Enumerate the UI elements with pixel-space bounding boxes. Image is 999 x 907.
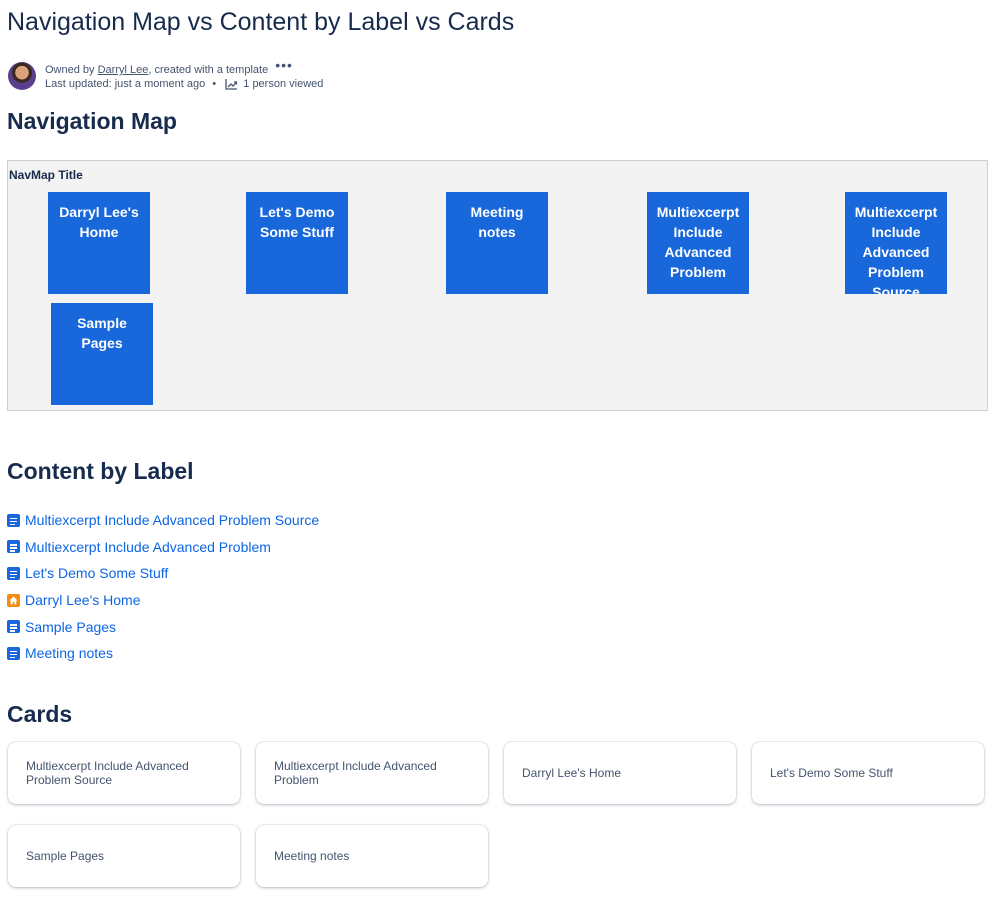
navmap-tile[interactable]: Darryl Lee's Home — [48, 192, 150, 294]
page-icon — [7, 540, 20, 554]
author-link[interactable]: Darryl Lee — [98, 64, 149, 76]
more-actions-icon[interactable]: ••• — [275, 57, 293, 73]
owned-by-prefix: Owned by — [45, 64, 98, 76]
page: Navigation Map vs Content by Label vs Ca… — [0, 0, 999, 907]
card[interactable]: Darryl Lee's Home — [504, 742, 736, 804]
card[interactable]: Meeting notes — [256, 825, 488, 887]
home-icon — [7, 593, 20, 607]
page-icon — [7, 566, 20, 580]
content-by-label-heading: Content by Label — [7, 458, 194, 484]
analytics-icon[interactable] — [225, 78, 238, 90]
navmap-tile[interactable]: Multiexcerpt Include Advanced Problem So… — [845, 192, 947, 294]
list-item[interactable]: Sample Pages — [7, 613, 507, 640]
card[interactable]: Let's Demo Some Stuff — [752, 742, 984, 804]
byline-owner-line: Owned by Darryl Lee, created with a temp… — [45, 57, 293, 76]
navmap-tile[interactable]: Multiexcerpt Include Advanced Problem — [647, 192, 749, 294]
card-title[interactable]: Darryl Lee's Home — [522, 766, 621, 780]
card[interactable]: Sample Pages — [8, 825, 240, 887]
card-title[interactable]: Let's Demo Some Stuff — [770, 766, 893, 780]
page-icon — [7, 513, 20, 527]
page-icon — [7, 646, 20, 660]
card-title[interactable]: Sample Pages — [26, 849, 104, 863]
list-item-link[interactable]: Let's Demo Some Stuff — [25, 565, 168, 581]
list-item[interactable]: Multiexcerpt Include Advanced Problem — [7, 534, 507, 561]
avatar[interactable] — [8, 62, 36, 90]
created-suffix: , created with a template — [148, 64, 269, 76]
content-by-label-list: Multiexcerpt Include Advanced Problem So… — [7, 507, 507, 667]
card[interactable]: Multiexcerpt Include Advanced Problem — [256, 742, 488, 804]
list-item-link[interactable]: Multiexcerpt Include Advanced Problem So… — [25, 512, 319, 528]
card-title[interactable]: Meeting notes — [274, 849, 349, 863]
last-updated-text: Last updated: just a moment ago — [45, 78, 206, 90]
list-item-link[interactable]: Meeting notes — [25, 645, 113, 661]
list-item[interactable]: Let's Demo Some Stuff — [7, 560, 507, 587]
byline: Owned by Darryl Lee, created with a temp… — [8, 57, 408, 94]
page-title: Navigation Map vs Content by Label vs Ca… — [7, 8, 515, 36]
card-title[interactable]: Multiexcerpt Include Advanced Problem So… — [26, 759, 222, 787]
navmap-tile[interactable]: Meeting notes — [446, 192, 548, 294]
list-item[interactable]: Meeting notes — [7, 640, 507, 667]
navmap-heading: Navigation Map — [7, 108, 177, 134]
cards-heading: Cards — [7, 701, 73, 727]
list-item[interactable]: Multiexcerpt Include Advanced Problem So… — [7, 507, 507, 534]
list-item-link[interactable]: Sample Pages — [25, 619, 116, 635]
page-icon — [7, 620, 20, 634]
list-item[interactable]: Darryl Lee's Home — [7, 587, 507, 614]
navmap-tile[interactable]: Let's Demo Some Stuff — [246, 192, 348, 294]
card-title[interactable]: Multiexcerpt Include Advanced Problem — [274, 759, 470, 787]
navmap-tile[interactable]: Sample Pages — [51, 303, 153, 405]
card[interactable]: Multiexcerpt Include Advanced Problem So… — [8, 742, 240, 804]
views-count[interactable]: 1 person viewed — [243, 78, 323, 90]
list-item-link[interactable]: Multiexcerpt Include Advanced Problem — [25, 539, 271, 555]
navmap-title: NavMap Title — [9, 168, 83, 182]
navigation-map: NavMap Title Darryl Lee's Home Let's Dem… — [7, 160, 988, 411]
byline-updated-line: Last updated: just a moment ago • 1 pers… — [45, 78, 323, 90]
bullet-separator: • — [212, 78, 217, 90]
list-item-link[interactable]: Darryl Lee's Home — [25, 592, 141, 608]
